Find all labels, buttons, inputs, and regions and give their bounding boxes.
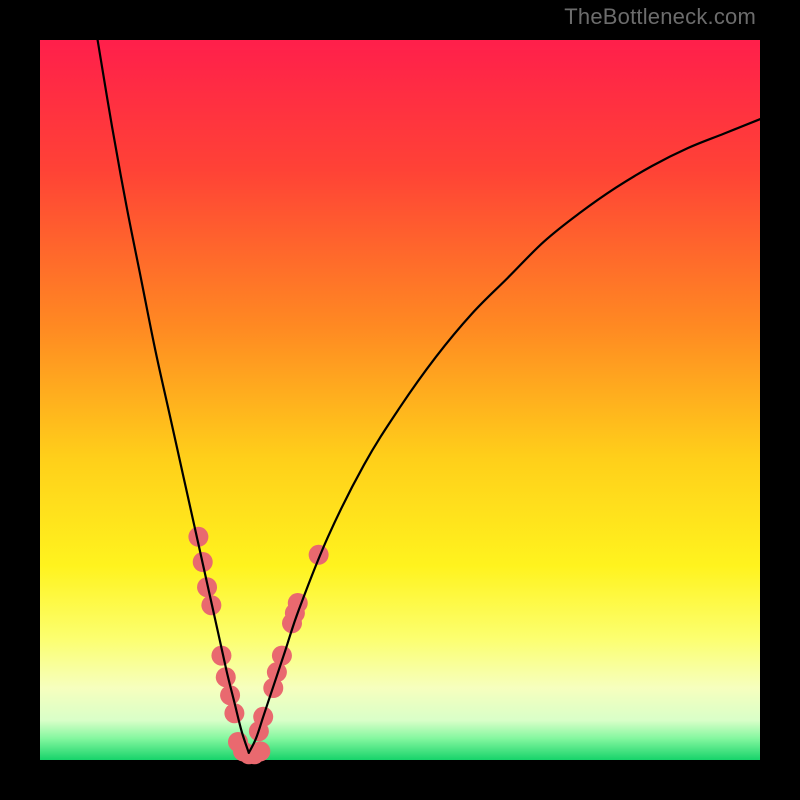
chart-frame: TheBottleneck.com [0,0,800,800]
watermark-label: TheBottleneck.com [564,4,756,30]
data-marker [309,545,329,565]
plot-area [40,40,760,760]
chart-svg [40,40,760,760]
curve-right-branch [249,119,760,753]
curve-left-branch [98,40,249,753]
